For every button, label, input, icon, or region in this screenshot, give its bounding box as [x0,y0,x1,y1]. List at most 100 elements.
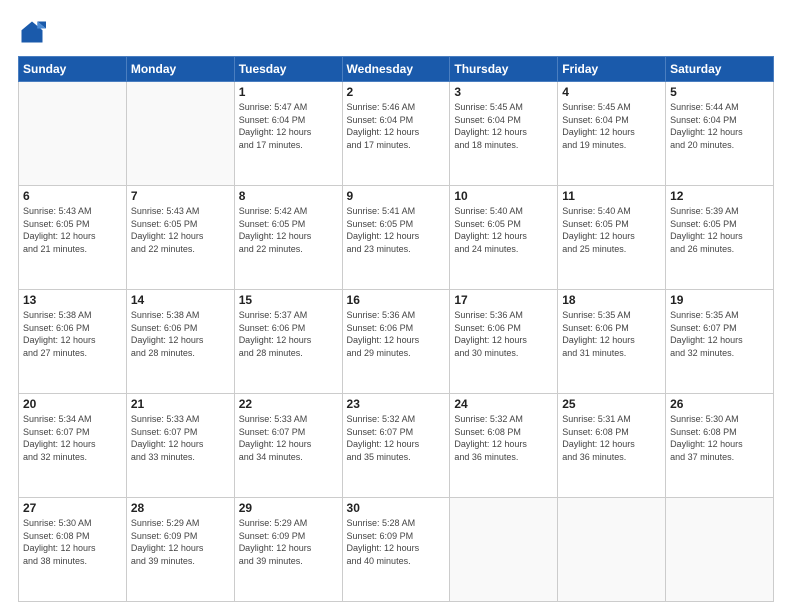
day-info: Sunrise: 5:46 AM Sunset: 6:04 PM Dayligh… [347,101,446,151]
day-info: Sunrise: 5:28 AM Sunset: 6:09 PM Dayligh… [347,517,446,567]
calendar-cell: 29 Sunrise: 5:29 AM Sunset: 6:09 PM Dayli… [234,498,342,602]
day-number: 7 [131,189,230,203]
page: SundayMondayTuesdayWednesdayThursdayFrid… [0,0,792,612]
day-info: Sunrise: 5:36 AM Sunset: 6:06 PM Dayligh… [347,309,446,359]
day-number: 30 [347,501,446,515]
day-number: 5 [670,85,769,99]
day-info: Sunrise: 5:34 AM Sunset: 6:07 PM Dayligh… [23,413,122,463]
day-number: 11 [562,189,661,203]
day-number: 2 [347,85,446,99]
day-number: 16 [347,293,446,307]
calendar-cell: 25Sunrise: 5:31 AM Sunset: 6:08 PM Dayli… [558,394,666,498]
weekday-header-saturday: Saturday [666,57,774,82]
day-info: Sunrise: 5:35 AM Sunset: 6:07 PM Dayligh… [670,309,769,359]
day-number: 23 [347,397,446,411]
day-info: Sunrise: 5:38 AM Sunset: 6:06 PM Dayligh… [23,309,122,359]
day-info: Sunrise: 5:42 AM Sunset: 6:05 PM Dayligh… [239,205,338,255]
day-number: 28 [131,501,230,515]
calendar-cell: 15 Sunrise: 5:37 AM Sunset: 6:06 PM Dayli… [234,290,342,394]
calendar-cell: 17 Sunrise: 5:36 AM Sunset: 6:06 PM Dayli… [450,290,558,394]
day-number: 22 [239,397,338,411]
calendar-cell: 30 Sunrise: 5:28 AM Sunset: 6:09 PM Dayli… [342,498,450,602]
day-number: 3 [454,85,553,99]
day-number: 29 [239,501,338,515]
calendar-cell: 14 Sunrise: 5:38 AM Sunset: 6:06 PM Dayli… [126,290,234,394]
day-number: 20 [23,397,122,411]
calendar-cell: 22 Sunrise: 5:33 AM Sunset: 6:07 PM Dayli… [234,394,342,498]
day-info: Sunrise: 5:35 AM Sunset: 6:06 PM Dayligh… [562,309,661,359]
day-number: 17 [454,293,553,307]
weekday-header-tuesday: Tuesday [234,57,342,82]
day-info: Sunrise: 5:43 AM Sunset: 6:05 PM Dayligh… [23,205,122,255]
calendar-cell: 20 Sunrise: 5:34 AM Sunset: 6:07 PM Dayli… [19,394,127,498]
day-info: Sunrise: 5:45 AM Sunset: 6:04 PM Dayligh… [562,101,661,151]
day-info: Sunrise: 5:40 AM Sunset: 6:05 PM Dayligh… [454,205,553,255]
week-row-3: 13 Sunrise: 5:38 AM Sunset: 6:06 PM Dayli… [19,290,774,394]
day-info: Sunrise: 5:33 AM Sunset: 6:07 PM Dayligh… [239,413,338,463]
day-number: 6 [23,189,122,203]
day-number: 27 [23,501,122,515]
calendar-cell: 27 Sunrise: 5:30 AM Sunset: 6:08 PM Dayli… [19,498,127,602]
day-info: Sunrise: 5:30 AM Sunset: 6:08 PM Dayligh… [670,413,769,463]
day-info: Sunrise: 5:47 AM Sunset: 6:04 PM Dayligh… [239,101,338,151]
weekday-header-row: SundayMondayTuesdayWednesdayThursdayFrid… [19,57,774,82]
day-info: Sunrise: 5:43 AM Sunset: 6:05 PM Dayligh… [131,205,230,255]
calendar-cell: 8Sunrise: 5:42 AM Sunset: 6:05 PM Daylig… [234,186,342,290]
week-row-2: 6 Sunrise: 5:43 AM Sunset: 6:05 PM Daylig… [19,186,774,290]
calendar-cell [666,498,774,602]
calendar-cell: 6 Sunrise: 5:43 AM Sunset: 6:05 PM Daylig… [19,186,127,290]
calendar-cell: 24 Sunrise: 5:32 AM Sunset: 6:08 PM Dayli… [450,394,558,498]
calendar-cell: 3Sunrise: 5:45 AM Sunset: 6:04 PM Daylig… [450,82,558,186]
day-info: Sunrise: 5:32 AM Sunset: 6:08 PM Dayligh… [454,413,553,463]
calendar-cell: 26 Sunrise: 5:30 AM Sunset: 6:08 PM Dayli… [666,394,774,498]
week-row-5: 27 Sunrise: 5:30 AM Sunset: 6:08 PM Dayli… [19,498,774,602]
day-number: 14 [131,293,230,307]
calendar-cell: 2 Sunrise: 5:46 AM Sunset: 6:04 PM Daylig… [342,82,450,186]
day-number: 15 [239,293,338,307]
calendar-cell: 9 Sunrise: 5:41 AM Sunset: 6:05 PM Daylig… [342,186,450,290]
day-number: 9 [347,189,446,203]
day-number: 18 [562,293,661,307]
week-row-1: 1 Sunrise: 5:47 AM Sunset: 6:04 PM Daylig… [19,82,774,186]
calendar-cell [558,498,666,602]
day-info: Sunrise: 5:31 AM Sunset: 6:08 PM Dayligh… [562,413,661,463]
calendar-cell [126,82,234,186]
calendar-cell: 19 Sunrise: 5:35 AM Sunset: 6:07 PM Dayli… [666,290,774,394]
day-number: 21 [131,397,230,411]
day-info: Sunrise: 5:33 AM Sunset: 6:07 PM Dayligh… [131,413,230,463]
calendar-cell: 23 Sunrise: 5:32 AM Sunset: 6:07 PM Dayli… [342,394,450,498]
day-info: Sunrise: 5:30 AM Sunset: 6:08 PM Dayligh… [23,517,122,567]
calendar-cell [19,82,127,186]
day-number: 1 [239,85,338,99]
weekday-header-sunday: Sunday [19,57,127,82]
day-number: 19 [670,293,769,307]
week-row-4: 20 Sunrise: 5:34 AM Sunset: 6:07 PM Dayli… [19,394,774,498]
day-info: Sunrise: 5:38 AM Sunset: 6:06 PM Dayligh… [131,309,230,359]
calendar-table: SundayMondayTuesdayWednesdayThursdayFrid… [18,56,774,602]
day-info: Sunrise: 5:32 AM Sunset: 6:07 PM Dayligh… [347,413,446,463]
calendar-cell: 1 Sunrise: 5:47 AM Sunset: 6:04 PM Daylig… [234,82,342,186]
day-number: 4 [562,85,661,99]
day-info: Sunrise: 5:41 AM Sunset: 6:05 PM Dayligh… [347,205,446,255]
day-info: Sunrise: 5:40 AM Sunset: 6:05 PM Dayligh… [562,205,661,255]
header [18,18,774,46]
calendar-cell: 4 Sunrise: 5:45 AM Sunset: 6:04 PM Daylig… [558,82,666,186]
weekday-header-friday: Friday [558,57,666,82]
calendar-cell [450,498,558,602]
calendar-cell: 5Sunrise: 5:44 AM Sunset: 6:04 PM Daylig… [666,82,774,186]
calendar-cell: 12Sunrise: 5:39 AM Sunset: 6:05 PM Dayli… [666,186,774,290]
calendar-cell: 7 Sunrise: 5:43 AM Sunset: 6:05 PM Daylig… [126,186,234,290]
day-number: 24 [454,397,553,411]
calendar-cell: 18 Sunrise: 5:35 AM Sunset: 6:06 PM Dayli… [558,290,666,394]
calendar-cell: 10Sunrise: 5:40 AM Sunset: 6:05 PM Dayli… [450,186,558,290]
day-info: Sunrise: 5:29 AM Sunset: 6:09 PM Dayligh… [239,517,338,567]
day-number: 12 [670,189,769,203]
calendar-cell: 16 Sunrise: 5:36 AM Sunset: 6:06 PM Dayli… [342,290,450,394]
day-info: Sunrise: 5:37 AM Sunset: 6:06 PM Dayligh… [239,309,338,359]
calendar-cell: 28Sunrise: 5:29 AM Sunset: 6:09 PM Dayli… [126,498,234,602]
day-number: 13 [23,293,122,307]
day-info: Sunrise: 5:36 AM Sunset: 6:06 PM Dayligh… [454,309,553,359]
day-number: 26 [670,397,769,411]
logo [18,18,50,46]
weekday-header-thursday: Thursday [450,57,558,82]
